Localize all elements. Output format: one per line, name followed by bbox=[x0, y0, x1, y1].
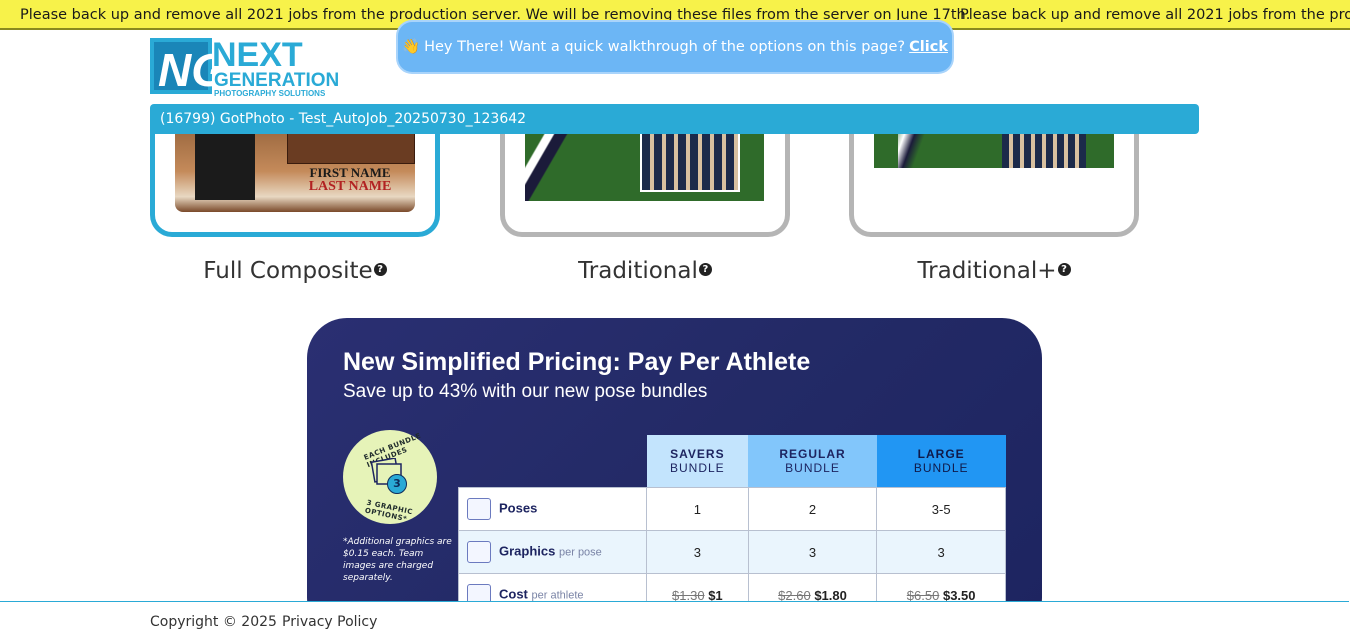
table-cell: 2 bbox=[747, 487, 878, 531]
help-icon[interactable]: ? bbox=[698, 263, 712, 276]
bundle-badge: EACH BUNDLE INCLUDES 3 3 GRAPHIC OPTIONS… bbox=[343, 430, 437, 524]
table-cell: 3 bbox=[747, 530, 878, 574]
logo-line2: GENERATION bbox=[214, 70, 339, 91]
walkthrough-prompt: 👋 Hey There! Want a quick walkthrough of … bbox=[398, 22, 952, 105]
waving-hand-icon: 👋 bbox=[402, 39, 421, 55]
logo-line3: PHOTOGRAPHY SOLUTIONS bbox=[214, 89, 326, 98]
badge-number: 3 bbox=[387, 474, 407, 494]
promo-subtitle: Save up to 43% with our new pose bundles bbox=[343, 381, 708, 402]
logo-line1: NEXT bbox=[212, 36, 303, 74]
preview-last-name: LAST NAME bbox=[308, 179, 392, 194]
pricing-promo-banner: New Simplified Pricing: Pay Per Athlete … bbox=[307, 318, 1042, 638]
pricing-footnote: *Additional graphics are $0.15 each. Tea… bbox=[343, 537, 452, 583]
privacy-policy-link[interactable]: Privacy Policy bbox=[282, 614, 377, 630]
row-header-graphics: Graphics per pose bbox=[458, 530, 647, 574]
option-label-text: Traditional+ bbox=[917, 258, 1057, 284]
page-footer: Copyright © 2025 Privacy Policy bbox=[0, 601, 1349, 644]
pricing-table: SAVERS BUNDLE REGULAR BUNDLE LARGE BUNDLE P… bbox=[458, 435, 1006, 617]
walkthrough-text: Hey There! Want a quick walkthrough of t… bbox=[424, 39, 906, 55]
option-label-traditional: Traditional? bbox=[500, 258, 790, 284]
option-label-full-composite: Full Composite? bbox=[150, 258, 440, 284]
column-header-savers: SAVERS BUNDLE bbox=[646, 435, 749, 488]
table-cell: 3 bbox=[646, 530, 749, 574]
table-cell: 1 bbox=[646, 487, 749, 531]
badge-bottom-text: 3 GRAPHIC OPTIONS* bbox=[364, 498, 414, 524]
graphics-icon bbox=[467, 541, 491, 563]
column-header-large: LARGE BUNDLE bbox=[876, 435, 1006, 488]
company-logo[interactable]: NG NEXT GENERATION PHOTOGRAPHY SOLUTIONS bbox=[150, 36, 346, 98]
table-cell: 3-5 bbox=[876, 487, 1006, 531]
column-header-regular: REGULAR BUNDLE bbox=[748, 435, 877, 488]
job-title-bar: (16799) GotPhoto - Test_AutoJob_20250730… bbox=[150, 104, 1199, 134]
copyright-text: Copyright © 2025 bbox=[150, 614, 277, 630]
help-icon[interactable]: ? bbox=[373, 263, 387, 276]
option-label-traditional-plus: Traditional+? bbox=[849, 258, 1139, 284]
poses-icon bbox=[467, 498, 491, 520]
option-label-text: Full Composite bbox=[203, 258, 373, 284]
help-icon[interactable]: ? bbox=[1057, 263, 1071, 276]
announcement-text-repeat: Please back up and remove all 2021 jobs … bbox=[960, 7, 1350, 23]
promo-title: New Simplified Pricing: Pay Per Athlete bbox=[343, 348, 811, 376]
row-header-poses: Poses bbox=[458, 487, 647, 531]
table-cell: 3 bbox=[876, 530, 1006, 574]
option-label-text: Traditional bbox=[578, 258, 698, 284]
